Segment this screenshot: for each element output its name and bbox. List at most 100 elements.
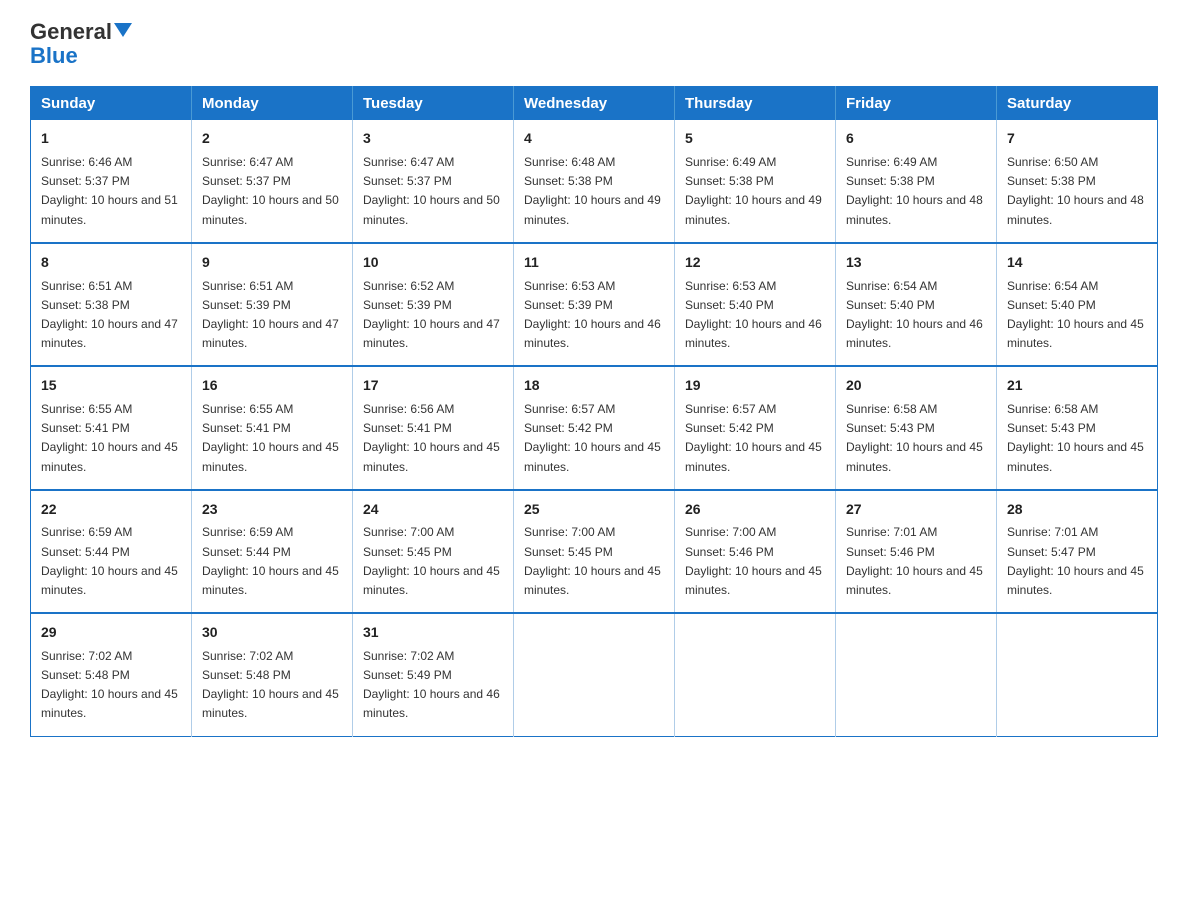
- day-sunset: Sunset: 5:42 PM: [685, 419, 825, 438]
- calendar-day-cell: 18 Sunrise: 6:57 AM Sunset: 5:42 PM Dayl…: [514, 366, 675, 489]
- calendar-header-friday: Friday: [836, 87, 997, 121]
- day-sunrise: Sunrise: 6:47 AM: [363, 153, 503, 172]
- calendar-day-cell: 11 Sunrise: 6:53 AM Sunset: 5:39 PM Dayl…: [514, 243, 675, 366]
- day-sunset: Sunset: 5:44 PM: [202, 543, 342, 562]
- day-sunset: Sunset: 5:41 PM: [363, 419, 503, 438]
- day-daylight: Daylight: 10 hours and 47 minutes.: [363, 315, 503, 353]
- day-number: 1: [41, 128, 181, 150]
- day-daylight: Daylight: 10 hours and 45 minutes.: [524, 438, 664, 476]
- day-daylight: Daylight: 10 hours and 46 minutes.: [685, 315, 825, 353]
- day-sunrise: Sunrise: 6:49 AM: [846, 153, 986, 172]
- calendar-day-cell: 28 Sunrise: 7:01 AM Sunset: 5:47 PM Dayl…: [997, 490, 1158, 613]
- day-number: 10: [363, 252, 503, 274]
- day-sunrise: Sunrise: 7:00 AM: [524, 523, 664, 542]
- day-sunset: Sunset: 5:40 PM: [846, 296, 986, 315]
- calendar-day-cell: 31 Sunrise: 7:02 AM Sunset: 5:49 PM Dayl…: [353, 613, 514, 736]
- day-sunrise: Sunrise: 7:00 AM: [685, 523, 825, 542]
- day-daylight: Daylight: 10 hours and 46 minutes.: [363, 685, 503, 723]
- day-daylight: Daylight: 10 hours and 45 minutes.: [1007, 438, 1147, 476]
- day-daylight: Daylight: 10 hours and 46 minutes.: [524, 315, 664, 353]
- calendar-week-row: 29 Sunrise: 7:02 AM Sunset: 5:48 PM Dayl…: [31, 613, 1158, 736]
- day-daylight: Daylight: 10 hours and 48 minutes.: [846, 191, 986, 229]
- day-sunset: Sunset: 5:38 PM: [1007, 172, 1147, 191]
- day-daylight: Daylight: 10 hours and 45 minutes.: [41, 685, 181, 723]
- day-number: 22: [41, 499, 181, 521]
- calendar-header-monday: Monday: [192, 87, 353, 121]
- day-number: 14: [1007, 252, 1147, 274]
- calendar-day-cell: 5 Sunrise: 6:49 AM Sunset: 5:38 PM Dayli…: [675, 120, 836, 242]
- calendar-header-wednesday: Wednesday: [514, 87, 675, 121]
- calendar-week-row: 1 Sunrise: 6:46 AM Sunset: 5:37 PM Dayli…: [31, 120, 1158, 242]
- calendar-day-cell: 22 Sunrise: 6:59 AM Sunset: 5:44 PM Dayl…: [31, 490, 192, 613]
- calendar-day-cell: 19 Sunrise: 6:57 AM Sunset: 5:42 PM Dayl…: [675, 366, 836, 489]
- calendar-week-row: 22 Sunrise: 6:59 AM Sunset: 5:44 PM Dayl…: [31, 490, 1158, 613]
- day-daylight: Daylight: 10 hours and 45 minutes.: [1007, 315, 1147, 353]
- calendar-day-cell: 2 Sunrise: 6:47 AM Sunset: 5:37 PM Dayli…: [192, 120, 353, 242]
- day-number: 5: [685, 128, 825, 150]
- day-sunset: Sunset: 5:43 PM: [1007, 419, 1147, 438]
- day-number: 6: [846, 128, 986, 150]
- day-sunrise: Sunrise: 6:53 AM: [685, 277, 825, 296]
- day-sunrise: Sunrise: 6:57 AM: [524, 400, 664, 419]
- calendar-day-cell: 6 Sunrise: 6:49 AM Sunset: 5:38 PM Dayli…: [836, 120, 997, 242]
- day-sunrise: Sunrise: 6:51 AM: [41, 277, 181, 296]
- day-number: 8: [41, 252, 181, 274]
- day-sunset: Sunset: 5:42 PM: [524, 419, 664, 438]
- day-sunrise: Sunrise: 6:51 AM: [202, 277, 342, 296]
- day-daylight: Daylight: 10 hours and 45 minutes.: [685, 562, 825, 600]
- day-sunset: Sunset: 5:38 PM: [41, 296, 181, 315]
- calendar-day-cell: 17 Sunrise: 6:56 AM Sunset: 5:41 PM Dayl…: [353, 366, 514, 489]
- day-daylight: Daylight: 10 hours and 45 minutes.: [202, 562, 342, 600]
- calendar-day-cell: 21 Sunrise: 6:58 AM Sunset: 5:43 PM Dayl…: [997, 366, 1158, 489]
- day-sunrise: Sunrise: 7:01 AM: [846, 523, 986, 542]
- day-daylight: Daylight: 10 hours and 45 minutes.: [202, 685, 342, 723]
- day-number: 13: [846, 252, 986, 274]
- day-number: 29: [41, 622, 181, 644]
- day-daylight: Daylight: 10 hours and 49 minutes.: [685, 191, 825, 229]
- logo: General Blue: [30, 20, 132, 68]
- day-number: 4: [524, 128, 664, 150]
- calendar-day-cell: [997, 613, 1158, 736]
- day-number: 11: [524, 252, 664, 274]
- day-sunset: Sunset: 5:40 PM: [1007, 296, 1147, 315]
- day-sunrise: Sunrise: 6:48 AM: [524, 153, 664, 172]
- calendar-day-cell: 13 Sunrise: 6:54 AM Sunset: 5:40 PM Dayl…: [836, 243, 997, 366]
- day-sunrise: Sunrise: 6:50 AM: [1007, 153, 1147, 172]
- day-sunrise: Sunrise: 6:56 AM: [363, 400, 503, 419]
- day-daylight: Daylight: 10 hours and 51 minutes.: [41, 191, 181, 229]
- day-sunrise: Sunrise: 7:00 AM: [363, 523, 503, 542]
- day-sunrise: Sunrise: 6:59 AM: [202, 523, 342, 542]
- calendar-day-cell: 12 Sunrise: 6:53 AM Sunset: 5:40 PM Dayl…: [675, 243, 836, 366]
- day-number: 19: [685, 375, 825, 397]
- day-sunrise: Sunrise: 6:55 AM: [202, 400, 342, 419]
- day-sunset: Sunset: 5:46 PM: [846, 543, 986, 562]
- calendar-header-saturday: Saturday: [997, 87, 1158, 121]
- day-sunrise: Sunrise: 6:47 AM: [202, 153, 342, 172]
- day-sunrise: Sunrise: 6:59 AM: [41, 523, 181, 542]
- day-sunrise: Sunrise: 6:53 AM: [524, 277, 664, 296]
- day-daylight: Daylight: 10 hours and 48 minutes.: [1007, 191, 1147, 229]
- calendar-day-cell: 15 Sunrise: 6:55 AM Sunset: 5:41 PM Dayl…: [31, 366, 192, 489]
- logo-triangle-icon: [114, 23, 132, 37]
- day-sunrise: Sunrise: 7:02 AM: [363, 647, 503, 666]
- day-sunrise: Sunrise: 6:58 AM: [846, 400, 986, 419]
- day-number: 17: [363, 375, 503, 397]
- day-sunset: Sunset: 5:46 PM: [685, 543, 825, 562]
- day-number: 27: [846, 499, 986, 521]
- day-number: 26: [685, 499, 825, 521]
- calendar-day-cell: 20 Sunrise: 6:58 AM Sunset: 5:43 PM Dayl…: [836, 366, 997, 489]
- day-number: 23: [202, 499, 342, 521]
- calendar-day-cell: [514, 613, 675, 736]
- calendar-day-cell: [836, 613, 997, 736]
- calendar-table: SundayMondayTuesdayWednesdayThursdayFrid…: [30, 86, 1158, 736]
- day-daylight: Daylight: 10 hours and 47 minutes.: [202, 315, 342, 353]
- calendar-week-row: 8 Sunrise: 6:51 AM Sunset: 5:38 PM Dayli…: [31, 243, 1158, 366]
- calendar-week-row: 15 Sunrise: 6:55 AM Sunset: 5:41 PM Dayl…: [31, 366, 1158, 489]
- day-number: 31: [363, 622, 503, 644]
- day-sunset: Sunset: 5:39 PM: [363, 296, 503, 315]
- day-sunset: Sunset: 5:43 PM: [846, 419, 986, 438]
- day-daylight: Daylight: 10 hours and 45 minutes.: [685, 438, 825, 476]
- day-sunrise: Sunrise: 6:54 AM: [846, 277, 986, 296]
- calendar-day-cell: 29 Sunrise: 7:02 AM Sunset: 5:48 PM Dayl…: [31, 613, 192, 736]
- calendar-day-cell: 14 Sunrise: 6:54 AM Sunset: 5:40 PM Dayl…: [997, 243, 1158, 366]
